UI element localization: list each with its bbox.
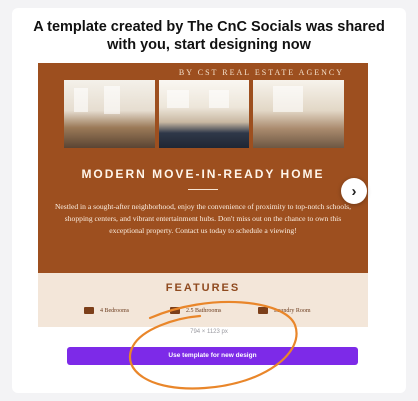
washer-icon	[258, 307, 268, 314]
bed-icon	[84, 307, 94, 314]
features-section: FEATURES 4 Bedrooms 2.5 Bathrooms Laundr…	[38, 273, 368, 327]
feature-laundry: Laundry Room	[258, 307, 311, 314]
photo-bedroom	[253, 80, 345, 148]
listing-description: Nestled in a sought-after neighborhood, …	[54, 202, 352, 235]
template-preview[interactable]: BY CST REAL ESTATE AGENCY MODERN MOVE-IN…	[38, 63, 368, 327]
bathtub-icon	[170, 307, 180, 314]
features-title: FEATURES	[165, 282, 241, 294]
use-template-button[interactable]: Use template for new design	[67, 347, 358, 365]
listing-title: MODERN MOVE-IN-READY HOME	[81, 167, 325, 181]
title-divider	[188, 189, 218, 190]
photo-living-room	[64, 80, 155, 148]
agency-label: BY CST REAL ESTATE AGENCY	[178, 68, 344, 77]
chevron-right-icon: ›	[351, 182, 357, 200]
feature-bedrooms: 4 Bedrooms	[84, 307, 129, 314]
photo-kitchen	[158, 80, 250, 148]
next-page-button[interactable]: ›	[341, 178, 367, 204]
template-dimensions: 794 × 1123 px	[190, 329, 228, 335]
photo-strip	[64, 80, 345, 148]
feature-bathrooms: 2.5 Bathrooms	[170, 307, 221, 314]
share-headline: A template created by The CnC Socials wa…	[33, 19, 385, 53]
